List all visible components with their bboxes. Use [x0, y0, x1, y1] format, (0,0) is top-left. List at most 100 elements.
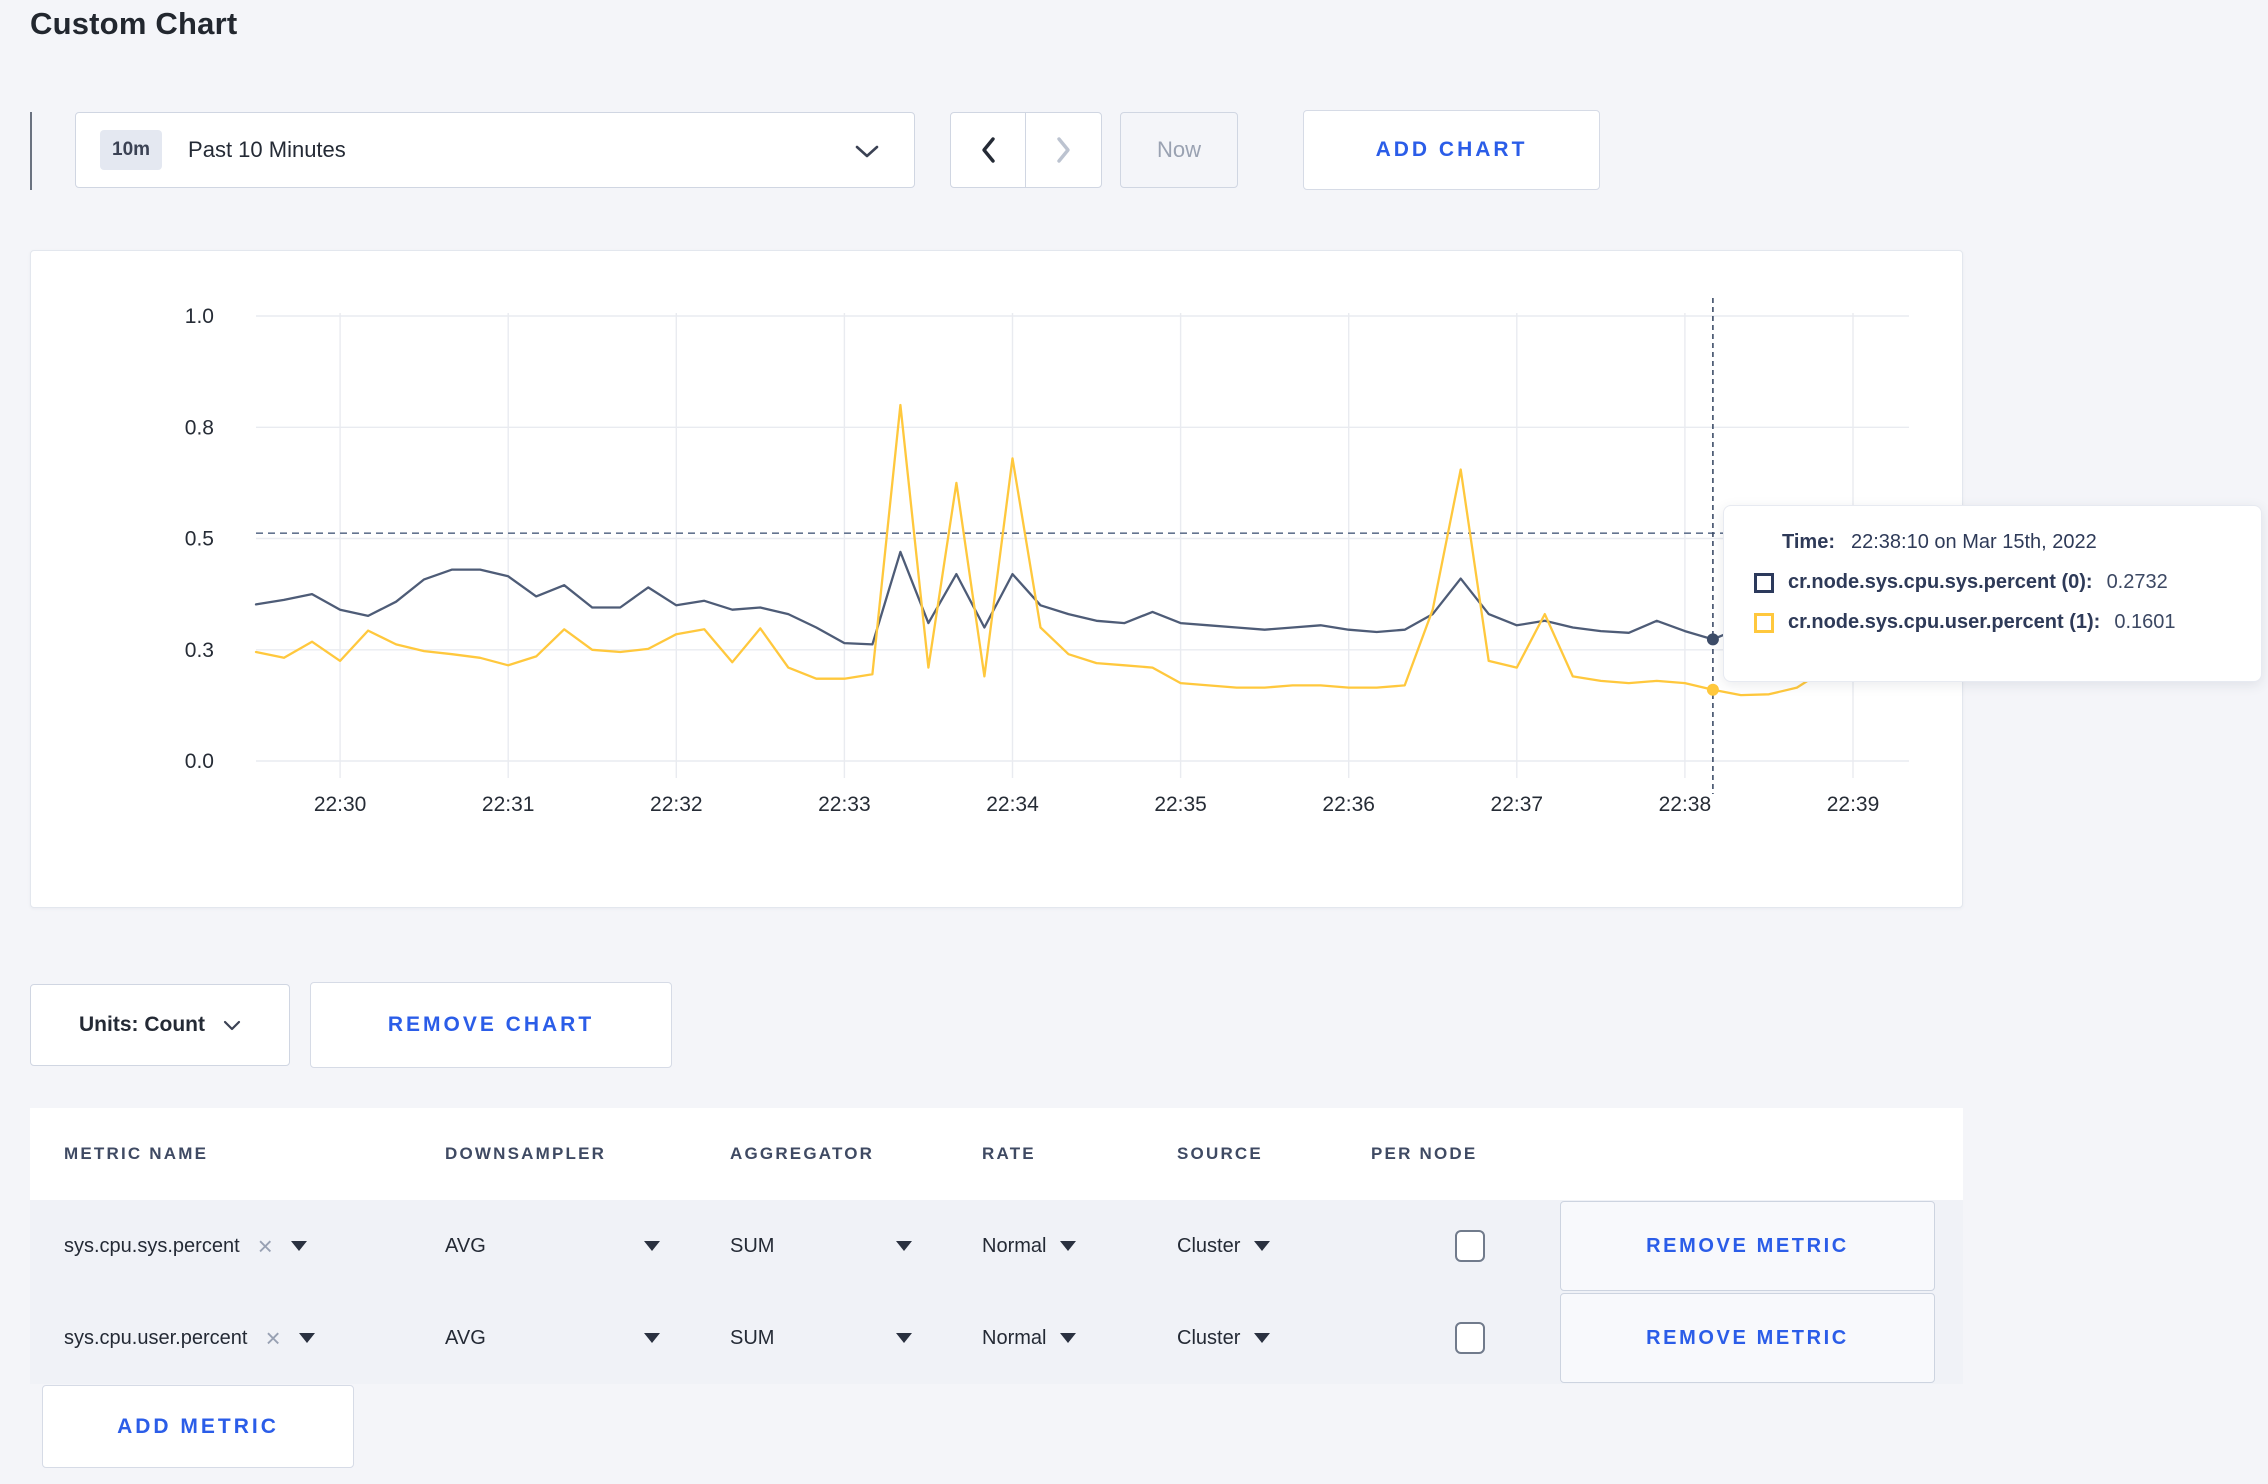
col-header-downsampler: DOWNSAMPLER — [445, 1144, 607, 1163]
add-metric-button[interactable]: ADD METRIC — [42, 1385, 354, 1468]
crosshair-dot-0 — [1706, 633, 1719, 646]
downsampler-select[interactable]: AVG — [445, 1327, 660, 1350]
source-select[interactable]: Cluster — [1177, 1235, 1371, 1258]
page-title: Custom Chart — [30, 6, 238, 41]
aggregator-value: SUM — [730, 1234, 775, 1257]
caret-down-icon — [644, 1333, 660, 1343]
metrics-table-rows: sys.cpu.sys.percent × AVG SUM Normal Clu… — [30, 1200, 1963, 1384]
prev-time-button[interactable] — [951, 113, 1026, 187]
chart-card: 22:30 22:31 22:32 22:33 22:34 22:35 22:36 22:37… — [30, 250, 1963, 908]
tooltip-series-value: 0.2732 — [2106, 571, 2168, 593]
col-header-metric-name: METRIC NAME — [64, 1144, 209, 1163]
tooltip-time-row: Time: 22:38:10 on Mar 15th, 2022 — [1782, 531, 2231, 554]
downsampler-value: AVG — [445, 1234, 486, 1257]
y-tick-label: 0.3 — [185, 639, 214, 662]
time-range-badge: 10m — [100, 130, 163, 170]
metrics-table-header: METRIC NAME DOWNSAMPLER AGGREGATOR RATE … — [30, 1108, 1963, 1200]
source-value: Cluster — [1177, 1326, 1241, 1349]
y-tick-label: 0.8 — [185, 416, 214, 439]
metrics-table-footer: ADD METRIC — [30, 1384, 1963, 1484]
caret-down-icon — [1254, 1241, 1271, 1251]
caret-down-icon — [1254, 1333, 1271, 1343]
x-tick-label: 22:34 — [986, 793, 1039, 816]
x-tick-label: 22:39 — [1827, 793, 1880, 816]
metrics-table: METRIC NAME DOWNSAMPLER AGGREGATOR RATE … — [30, 1108, 1963, 1484]
remove-tag-icon[interactable]: × — [265, 1325, 280, 1351]
tooltip-series-label: cr.node.sys.cpu.sys.percent (0): — [1788, 571, 2093, 593]
caret-down-icon — [298, 1333, 315, 1343]
y-tick-label: 0.5 — [185, 528, 214, 551]
series-line-0 — [254, 550, 1911, 646]
aggregator-value: SUM — [730, 1326, 775, 1349]
series-swatch-sys-icon — [1754, 572, 1774, 593]
now-button[interactable]: Now — [1120, 112, 1238, 188]
tooltip-series-row: cr.node.sys.cpu.sys.percent (0): 0.2732 — [1754, 571, 2231, 594]
tooltip-time-label: Time: — [1782, 531, 1835, 553]
x-tick-label: 22:36 — [1322, 793, 1375, 816]
crosshair-dot-1 — [1706, 683, 1719, 696]
per-node-checkbox[interactable] — [1455, 1322, 1485, 1354]
caret-down-icon — [1060, 1241, 1077, 1251]
time-range-label: Past 10 Minutes — [188, 137, 346, 162]
aggregator-select[interactable]: SUM — [730, 1327, 912, 1350]
rate-select[interactable]: Normal — [982, 1235, 1177, 1258]
units-label: Units: Count — [79, 1013, 205, 1036]
caret-down-icon — [1060, 1333, 1077, 1343]
add-chart-button[interactable]: ADD CHART — [1303, 110, 1600, 190]
table-row: sys.cpu.user.percent × AVG SUM Normal Cl… — [30, 1292, 1963, 1384]
x-tick-label: 22:33 — [818, 793, 871, 816]
source-select[interactable]: Cluster — [1177, 1327, 1371, 1350]
col-header-source: SOURCE — [1177, 1144, 1263, 1163]
series-swatch-user-icon — [1754, 612, 1774, 633]
rate-select[interactable]: Normal — [982, 1327, 1177, 1350]
chevron-left-icon — [982, 137, 995, 163]
tooltip-series-value: 0.1601 — [2114, 611, 2176, 633]
downsampler-select[interactable]: AVG — [445, 1235, 660, 1258]
remove-metric-button[interactable]: REMOVE METRIC — [1560, 1201, 1935, 1291]
metric-name-value: sys.cpu.sys.percent — [64, 1234, 240, 1257]
time-pager — [950, 112, 1102, 188]
col-header-aggregator: AGGREGATOR — [730, 1144, 875, 1163]
caret-down-icon — [896, 1333, 912, 1343]
col-header-rate: RATE — [982, 1144, 1036, 1163]
rate-value: Normal — [982, 1234, 1047, 1257]
next-time-button[interactable] — [1026, 113, 1101, 187]
caret-down-icon — [644, 1241, 660, 1251]
col-header-per-node: PER NODE — [1371, 1144, 1478, 1163]
x-tick-label: 22:32 — [650, 793, 703, 816]
rate-value: Normal — [982, 1326, 1047, 1349]
toolbar: 10m Past 10 Minutes Now ADD CHART — [30, 110, 2238, 194]
metric-name-select[interactable]: sys.cpu.sys.percent × — [64, 1233, 445, 1259]
x-tick-label: 22:37 — [1491, 793, 1544, 816]
x-tick-label: 22:31 — [482, 793, 535, 816]
tooltip-series-label: cr.node.sys.cpu.user.percent (1): — [1788, 611, 2101, 633]
time-range-dropdown[interactable]: 10m Past 10 Minutes — [75, 112, 915, 188]
aggregator-select[interactable]: SUM — [730, 1235, 912, 1258]
chevron-down-icon — [855, 145, 879, 158]
metric-name-value: sys.cpu.user.percent — [64, 1326, 248, 1349]
toolbar-left-divider — [30, 112, 32, 190]
downsampler-value: AVG — [445, 1326, 486, 1349]
remove-tag-icon[interactable]: × — [258, 1233, 273, 1259]
remove-chart-button[interactable]: REMOVE CHART — [310, 982, 672, 1068]
metric-name-select[interactable]: sys.cpu.user.percent × — [64, 1325, 445, 1351]
table-row: sys.cpu.sys.percent × AVG SUM Normal Clu… — [30, 1200, 1963, 1292]
chart-tooltip: Time: 22:38:10 on Mar 15th, 2022 cr.node.… — [1723, 505, 2262, 682]
chevron-down-icon — [223, 1020, 241, 1030]
x-tick-label: 22:38 — [1659, 793, 1712, 816]
per-node-checkbox[interactable] — [1455, 1230, 1485, 1262]
source-value: Cluster — [1177, 1234, 1241, 1257]
units-dropdown[interactable]: Units: Count — [30, 984, 290, 1066]
caret-down-icon — [896, 1241, 912, 1251]
caret-down-icon — [290, 1241, 307, 1251]
tooltip-series-row: cr.node.sys.cpu.user.percent (1): 0.1601 — [1754, 611, 2231, 634]
remove-metric-button[interactable]: REMOVE METRIC — [1560, 1293, 1935, 1383]
x-tick-label: 22:35 — [1154, 793, 1207, 816]
y-tick-label: 1.0 — [185, 305, 214, 328]
tooltip-time-value: 22:38:10 on Mar 15th, 2022 — [1850, 531, 2097, 553]
chart-footer: Units: Count REMOVE CHART — [30, 982, 1030, 1072]
chart-plot[interactable]: 22:30 22:31 22:32 22:33 22:34 22:35 22:36 22:37… — [31, 251, 1962, 907]
x-tick-label: 22:30 — [314, 793, 367, 816]
chevron-right-icon — [1056, 137, 1070, 163]
series-line-1 — [254, 403, 1911, 697]
